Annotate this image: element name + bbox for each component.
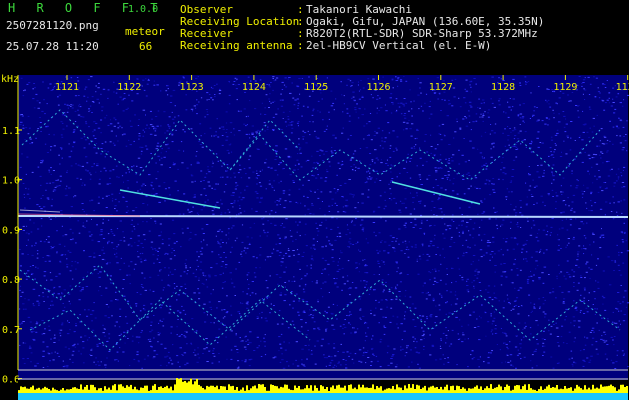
freq-tick-label: 0.6: [2, 375, 20, 386]
freq-tick-label: 1.0: [2, 176, 20, 187]
time-tick-label: 1125: [304, 82, 328, 93]
freq-tick-label: 0.7: [2, 325, 20, 336]
meteor-count: 66: [139, 40, 153, 53]
signal-level-bar: [18, 378, 628, 400]
timestamp: 25.07.28 11:20: [6, 40, 99, 53]
antenna-label: Receiving antenna: [180, 39, 293, 52]
time-tick-label: 1124: [242, 82, 266, 93]
frequency-unit-label: kHz: [1, 74, 20, 85]
time-tick-label: 1121: [55, 82, 79, 93]
time-tick-label: 1123: [180, 82, 204, 93]
antenna-colon: :: [297, 39, 304, 52]
frequency-axis-labels: 1.1 1.0 0.9 0.8 0.7 0.6: [2, 126, 20, 386]
freq-tick-label: 0.8: [2, 275, 20, 286]
time-tick-label: 1128: [491, 82, 515, 93]
time-tick-label: 1122: [117, 82, 141, 93]
time-tick-label: 1130: [616, 82, 629, 93]
time-tick-label: 1127: [429, 82, 453, 93]
time-tick-label: 1126: [366, 82, 390, 93]
carrier-line: [17, 215, 629, 218]
meteor-label: meteor: [125, 25, 165, 38]
app-version: 1.0.0: [128, 4, 159, 15]
freq-tick-label: 0.9: [2, 225, 20, 236]
header-panel: H R O F F T 1.0.0 2507281120.png meteor …: [0, 0, 629, 75]
file-name: 2507281120.png: [6, 19, 99, 32]
time-tick-label: 1129: [553, 82, 577, 93]
antenna-value: 2el-HB9CV Vertical (el. E-W): [306, 39, 492, 52]
freq-tick-label: 1.1: [2, 126, 20, 137]
